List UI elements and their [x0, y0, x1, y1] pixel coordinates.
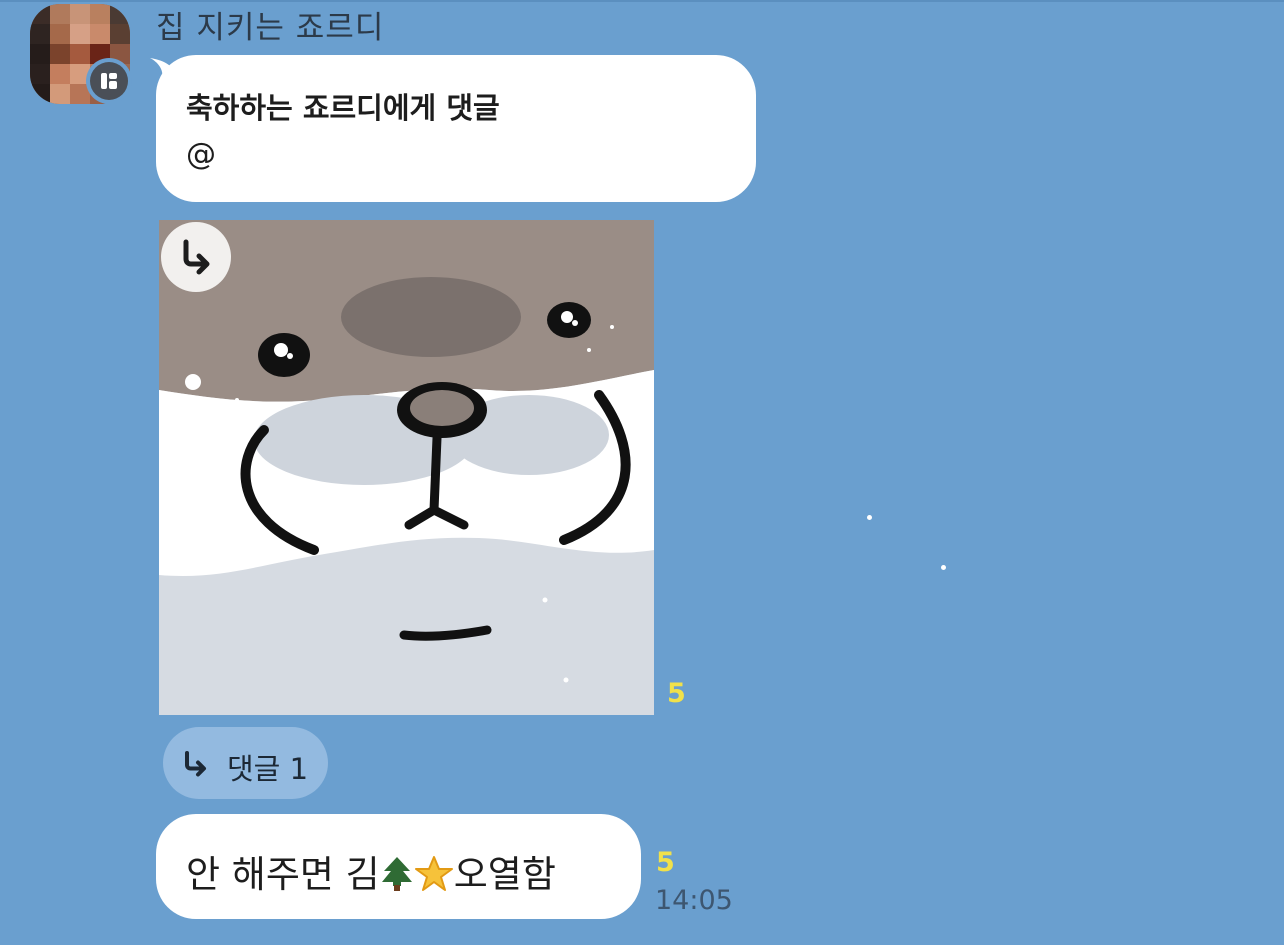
message-bubble-2[interactable]: 안 해주면 김 오열함	[156, 814, 641, 919]
message-text-after: 오열함	[453, 853, 556, 896]
message-title: 축하하는 죠르디에게 댓글	[186, 91, 500, 125]
sender-name: 집 지키는 죠르디	[156, 10, 385, 46]
background-sparkle	[867, 515, 872, 520]
reply-thread-button[interactable]: 댓글 1	[163, 727, 328, 799]
sticker-unread-count: 5	[667, 678, 686, 709]
reply-thread-label: 댓글 1	[227, 752, 309, 786]
christmas-tree-icon	[380, 855, 414, 902]
sticker-image[interactable]	[159, 220, 654, 715]
talk-channel-icon	[101, 73, 117, 89]
star-icon	[414, 855, 454, 902]
background-sparkle	[941, 565, 946, 570]
chat-room-badge	[86, 58, 132, 104]
message-timestamp: 14:05	[655, 885, 733, 916]
mention-text[interactable]: @	[186, 137, 216, 172]
jordy-face-sticker	[159, 220, 654, 715]
reply-arrow-icon	[185, 751, 206, 777]
reply-button[interactable]	[161, 222, 231, 292]
message-text-before: 안 해주면 김	[186, 853, 380, 896]
message-unread-count: 5	[656, 847, 675, 878]
message-bubble-1[interactable]: 축하하는 죠르디에게 댓글 @	[156, 55, 756, 202]
reply-arrow-icon	[183, 239, 210, 275]
message-text: 안 해주면 김 오열함	[186, 844, 556, 902]
